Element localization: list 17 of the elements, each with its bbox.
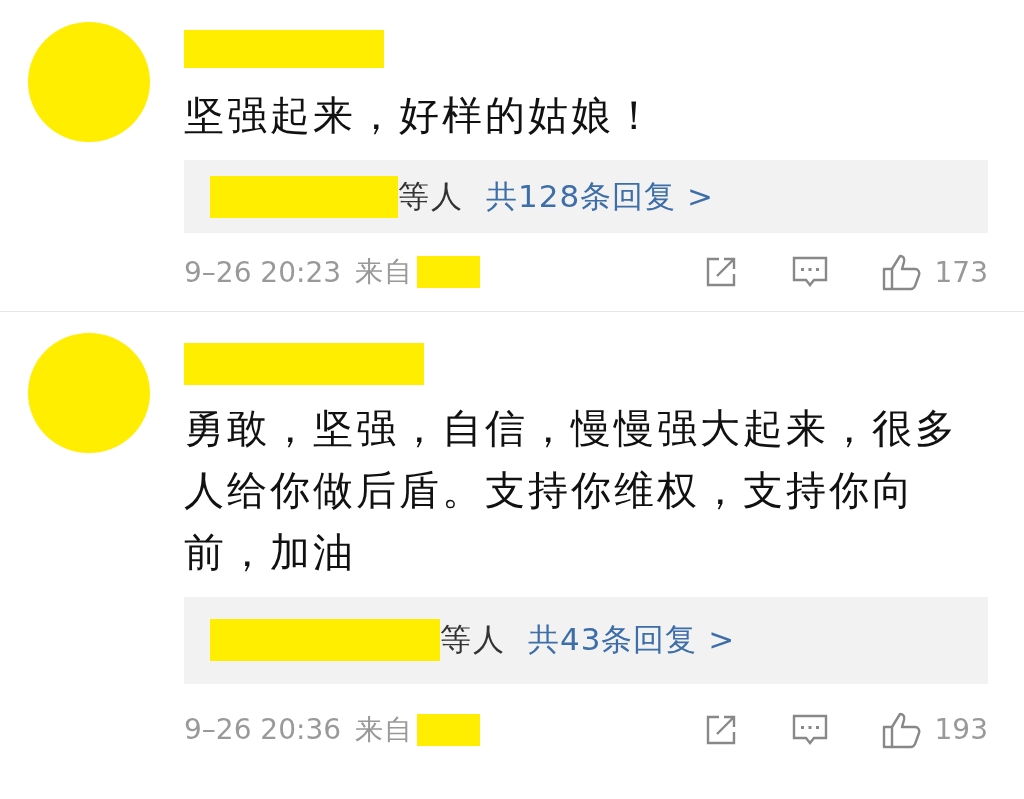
reply-count-link[interactable]: 共128条回复 > (486, 175, 714, 218)
source-label: 来自 (355, 254, 414, 290)
redaction-block (417, 713, 481, 746)
reply-panel[interactable]: 等人 共128条回复 > (184, 160, 988, 233)
reply-panel[interactable]: 等人 共43条回复 > (184, 597, 988, 684)
like-count: 193 (934, 713, 988, 747)
redaction-block (417, 256, 481, 288)
comment-time: 9–26 20:36 (184, 713, 342, 747)
like-count: 173 (934, 255, 988, 289)
reply-authors-suffix: 等人 (440, 620, 506, 660)
reply-count-link[interactable]: 共43条回复 > (528, 619, 736, 662)
reply-authors-suffix: 等人 (398, 176, 464, 216)
comment-time: 9–26 20:23 (184, 255, 342, 289)
source-label: 来自 (355, 711, 414, 748)
thumbs-up-icon[interactable] (880, 252, 923, 292)
comment-text: 坚强起来，好样的姑娘！ (184, 91, 658, 140)
comment-text: 勇敢，坚强，自信，慢慢强大起来，很多人给你做后盾。支持你维权，支持你向前，加油 (184, 404, 959, 577)
